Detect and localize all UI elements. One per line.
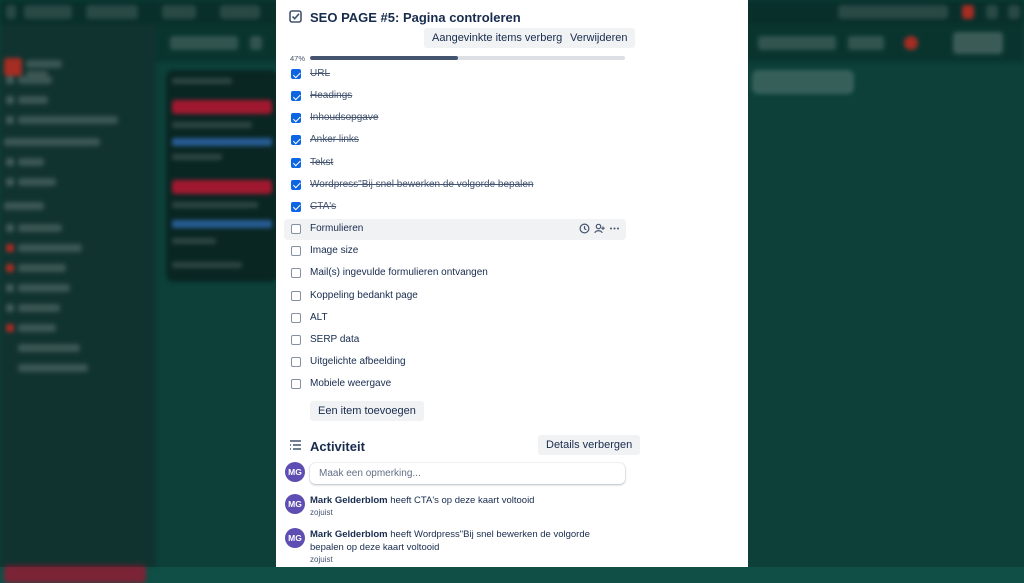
checklist-item-label[interactable]: Uitgelichte afbeelding <box>310 356 406 367</box>
checklist-item-checkbox[interactable] <box>291 201 301 212</box>
checklist-title[interactable]: SEO PAGE #5: Pagina controleren <box>310 10 521 25</box>
activity-entry-description: heeft CTA's op deze kaart voltooid <box>390 495 535 506</box>
checklist-item-label[interactable]: ALT <box>310 312 328 323</box>
checklist-item-label[interactable]: Wordpress"Bij snel bewerken de volgorde … <box>310 179 534 190</box>
activity-entry-time[interactable]: zojuist <box>310 555 333 564</box>
delete-checklist-button[interactable]: Verwijderen <box>562 28 636 48</box>
checklist-item-checkbox[interactable] <box>291 157 301 168</box>
checklist-item[interactable]: Uitgelichte afbeelding <box>284 352 626 373</box>
checklist-item-checkbox[interactable] <box>291 312 301 323</box>
checklist-item[interactable]: Mobiele weergave <box>284 374 626 395</box>
checklist-item-label[interactable]: Formulieren <box>310 223 363 234</box>
activity-title: Activiteit <box>310 439 365 454</box>
checklist-item-label[interactable]: CTA's <box>310 201 336 212</box>
more-icon[interactable] <box>609 223 620 234</box>
activity-entry-time[interactable]: zojuist <box>310 508 333 517</box>
add-checklist-item-button[interactable]: Een item toevoegen <box>310 401 424 421</box>
checklist-item-label[interactable]: Mobiele weergave <box>310 378 391 389</box>
activity-entry-user[interactable]: Mark Gelderblom <box>310 529 388 540</box>
checklist-item-label[interactable]: Tekst <box>310 157 333 168</box>
activity-icon <box>290 440 301 450</box>
checklist-item-checkbox[interactable] <box>291 179 301 190</box>
checklist-progress-fill <box>310 56 459 60</box>
checklist-item-label[interactable]: Mail(s) ingevulde formulieren ontvangen <box>310 267 488 278</box>
checklist-item[interactable]: Wordpress"Bij snel bewerken de volgorde … <box>284 175 626 196</box>
activity-entry-text: Mark Gelderblom heeft Wordpress"Bij snel… <box>310 529 626 554</box>
checklist-item-actions <box>575 223 620 236</box>
checklist-item-checkbox[interactable] <box>291 69 301 79</box>
checklist-icon <box>289 10 302 23</box>
checklist-item[interactable]: Headings <box>284 86 626 107</box>
checklist-item[interactable]: CTA's <box>284 197 626 218</box>
checklist-item-label[interactable]: URL <box>310 68 330 79</box>
assign-member-icon[interactable] <box>594 223 605 234</box>
checklist-item-checkbox[interactable] <box>291 91 301 102</box>
checklist-progress-bar <box>310 56 625 60</box>
checklist-item-checkbox[interactable] <box>291 135 301 146</box>
avatar[interactable]: MG <box>285 494 305 514</box>
checklist-item[interactable]: Mail(s) ingevulde formulieren ontvangen <box>284 263 626 284</box>
checklist-item-label[interactable]: Inhoudsopgave <box>310 112 378 123</box>
activity-entry-user[interactable]: Mark Gelderblom <box>310 495 388 506</box>
checklist-item[interactable]: SERP data <box>284 330 626 351</box>
avatar[interactable]: MG <box>285 462 305 482</box>
checklist-item[interactable]: URL <box>284 64 626 85</box>
checklist-item-checkbox[interactable] <box>291 268 301 279</box>
avatar[interactable]: MG <box>285 528 305 548</box>
comment-input[interactable] <box>310 463 625 484</box>
checklist-item[interactable]: Formulieren <box>284 219 626 241</box>
checklist-item-checkbox[interactable] <box>291 246 301 257</box>
checklist-item[interactable]: Koppeling bedankt page <box>284 286 626 307</box>
checklist-item-label[interactable]: Headings <box>310 90 352 101</box>
checklist-item[interactable]: Inhoudsopgave <box>284 108 626 129</box>
checklist-item-label[interactable]: Koppeling bedankt page <box>310 290 418 301</box>
checklist-item-checkbox[interactable] <box>291 379 301 390</box>
checklist-item-checkbox[interactable] <box>291 356 301 367</box>
card-detail-modal: SEO PAGE #5: Pagina controleren Aangevin… <box>276 0 748 567</box>
checklist-item-checkbox[interactable] <box>291 224 301 235</box>
checklist-item-checkbox[interactable] <box>291 113 301 124</box>
hide-details-button[interactable]: Details verbergen <box>538 435 641 455</box>
checklist-item-checkbox[interactable] <box>291 334 301 345</box>
progress-percentage: 47% <box>290 54 306 63</box>
checklist-item[interactable]: Anker links <box>284 130 626 151</box>
checklist-item-label[interactable]: Anker links <box>310 134 359 145</box>
clock-icon[interactable] <box>579 223 590 234</box>
checklist-item-checkbox[interactable] <box>291 290 301 301</box>
checklist-item-label[interactable]: SERP data <box>310 334 359 345</box>
checklist-item[interactable]: Image size <box>284 241 626 262</box>
checklist-item-label[interactable]: Image size <box>310 245 358 256</box>
checklist-item[interactable]: ALT <box>284 308 626 329</box>
checklist-item[interactable]: Tekst <box>284 153 626 174</box>
activity-entry-text: Mark Gelderblom heeft CTA's op deze kaar… <box>310 495 626 508</box>
hide-checked-items-button[interactable]: Aangevinkte items verbergen <box>424 28 583 48</box>
